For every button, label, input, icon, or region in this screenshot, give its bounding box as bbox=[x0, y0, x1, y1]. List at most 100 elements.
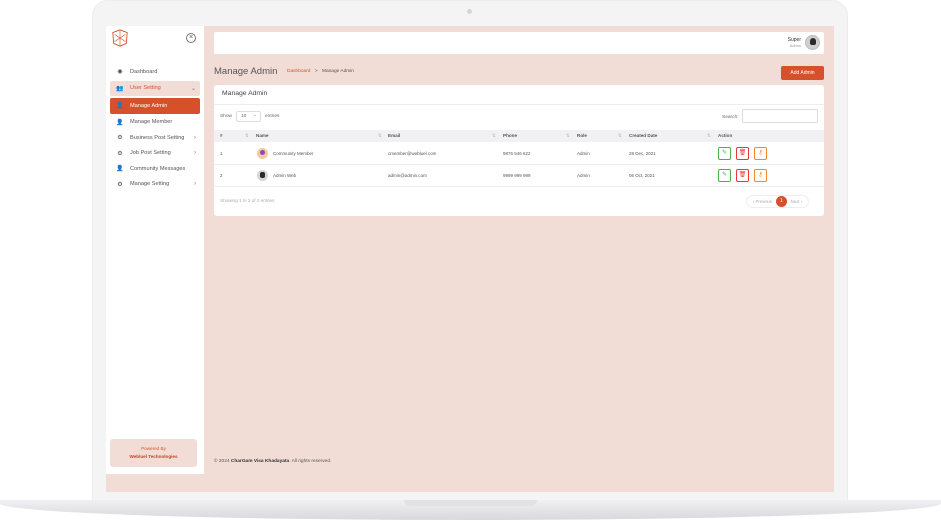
column-header-phone[interactable]: Phone bbox=[503, 133, 517, 138]
column-header-role[interactable]: Role bbox=[577, 133, 587, 138]
column-header-action: Action bbox=[718, 133, 733, 138]
footer-brand[interactable]: CharGam Visa Khadayata bbox=[231, 459, 289, 464]
entries-select[interactable]: 10 bbox=[236, 111, 261, 122]
breadcrumb: Dashboard > Manage Admin bbox=[287, 69, 354, 74]
column-header-number[interactable]: # bbox=[220, 133, 223, 138]
user-avatar bbox=[257, 170, 268, 181]
chevron-right-icon: › bbox=[194, 181, 196, 188]
sort-icon: ⇅ bbox=[492, 133, 496, 138]
close-sidebar-icon[interactable]: × bbox=[186, 33, 196, 43]
column-header-email[interactable]: Email bbox=[388, 133, 400, 138]
sidebar-item-manage-admin[interactable]: 👤 Manage Admin bbox=[110, 98, 200, 114]
add-admin-button[interactable]: Add Admin bbox=[781, 66, 824, 80]
user-menu[interactable]: Super Admin bbox=[788, 35, 820, 50]
row-role: Admin bbox=[577, 151, 590, 156]
footer-rights: . All rights reserved. bbox=[289, 459, 332, 464]
camera-dot bbox=[467, 9, 472, 14]
show-label: Show bbox=[220, 114, 232, 119]
user-icon: 👤 bbox=[116, 119, 124, 126]
admin-table-card: Manage Admin Show 10 entries Search: # ⇅… bbox=[214, 85, 824, 216]
powered-by-label: Powered By bbox=[141, 446, 166, 451]
sidebar-nav: ◉ Dashboard 👥 User Setting ⌄ 👤 Manage Ad… bbox=[110, 64, 200, 192]
user-icon: 👤 bbox=[116, 103, 124, 110]
table-header: # ⇅ Name ⇅ Email ⇅ Phone ⇅ Role ⇅ Create… bbox=[214, 130, 824, 142]
footer: © 2024 CharGam Visa Khadayata. All right… bbox=[214, 459, 331, 464]
sidebar-item-manage-member[interactable]: 👤 Manage Member bbox=[110, 115, 200, 131]
sidebar-item-label: Manage Admin bbox=[130, 102, 168, 109]
screen-bottom-bar bbox=[106, 474, 834, 492]
breadcrumb-separator: > bbox=[314, 69, 318, 74]
row-email: cmember@webluel.com bbox=[388, 151, 437, 156]
row-date: 06 Oct, 2021 bbox=[629, 173, 655, 178]
sort-icon: ⇅ bbox=[245, 133, 249, 138]
chevron-down-icon: ⌄ bbox=[190, 85, 196, 92]
users-icon: 👥 bbox=[116, 85, 124, 92]
chevron-right-icon: › bbox=[194, 134, 196, 141]
gear-icon: ⚙ bbox=[117, 135, 123, 142]
sidebar-item-label: Manage Setting bbox=[130, 181, 170, 188]
entries-length-control: Show 10 entries bbox=[220, 111, 279, 122]
row-date: 28 Dec, 2021 bbox=[629, 151, 656, 156]
row-email: admin@admin.com bbox=[388, 173, 427, 178]
row-name: Community Member bbox=[273, 151, 314, 156]
logo-icon bbox=[112, 29, 128, 47]
current-page-button[interactable]: 1 bbox=[775, 196, 787, 207]
user-name: Super bbox=[787, 36, 801, 43]
gear-icon: ⚙ bbox=[117, 150, 123, 157]
palette-icon: ◉ bbox=[117, 69, 123, 76]
delete-icon[interactable]: 🗑 bbox=[736, 169, 749, 182]
sidebar-item-label: Business Post Setting bbox=[130, 134, 185, 141]
sidebar-item-label: Dashboard bbox=[130, 68, 158, 75]
table-row: 2 Admin Web admin@admin.com 9999 999 999… bbox=[214, 165, 824, 187]
avatar[interactable] bbox=[805, 35, 820, 50]
sidebar-item-job-post-setting[interactable]: ⚙ Job Post Setting › bbox=[110, 146, 200, 162]
laptop-notch bbox=[404, 500, 537, 506]
table-row: 1 Community Member cmember@webluel.com 9… bbox=[214, 143, 824, 165]
search-label: Search: bbox=[722, 115, 739, 120]
row-name: Admin Web bbox=[273, 173, 297, 178]
sidebar-item-label: Community Messages bbox=[130, 165, 186, 172]
row-role: Admin bbox=[577, 173, 590, 178]
powered-by-box: Powered By Webluel Technologies bbox=[110, 439, 197, 467]
previous-page-button[interactable]: ‹ Previous bbox=[753, 199, 772, 204]
column-header-name[interactable]: Name bbox=[256, 133, 269, 138]
edit-icon[interactable]: ✎ bbox=[718, 147, 731, 160]
app-screen: × ◉ Dashboard 👥 User Setting ⌄ 👤 Manage … bbox=[106, 26, 834, 492]
gear-icon: ⚙ bbox=[117, 181, 123, 188]
key-icon[interactable]: ⚷ bbox=[754, 147, 767, 160]
breadcrumb-dashboard-link[interactable]: Dashboard bbox=[287, 69, 310, 74]
sort-icon: ⇅ bbox=[707, 133, 711, 138]
next-page-button[interactable]: Next › bbox=[791, 199, 802, 204]
row-phone: 9999 999 999 bbox=[503, 173, 531, 178]
chevron-right-icon: › bbox=[194, 150, 196, 157]
sidebar-item-community-messages[interactable]: 👤 Community Messages bbox=[110, 161, 200, 177]
top-bar: Super Admin bbox=[214, 32, 824, 54]
column-header-created-date[interactable]: Created Date bbox=[629, 133, 657, 138]
page-title: Manage Admin bbox=[214, 66, 278, 77]
card-title: Manage Admin bbox=[222, 90, 268, 97]
sidebar-item-label: Manage Member bbox=[130, 119, 173, 126]
key-icon[interactable]: ⚷ bbox=[754, 169, 767, 182]
entries-label: entries bbox=[265, 114, 280, 119]
divider bbox=[214, 104, 824, 105]
sidebar-item-business-post-setting[interactable]: ⚙ Business Post Setting › bbox=[110, 130, 200, 146]
breadcrumb-current: Manage Admin bbox=[321, 69, 354, 74]
row-phone: 9876 546 622 bbox=[503, 151, 531, 156]
edit-icon[interactable]: ✎ bbox=[718, 169, 731, 182]
pagination: ‹ Previous 1 Next › bbox=[746, 195, 810, 208]
sidebar-item-label: User Setting bbox=[130, 85, 161, 92]
sidebar-item-user-setting[interactable]: 👥 User Setting ⌄ bbox=[110, 80, 200, 96]
search-input[interactable] bbox=[742, 109, 818, 123]
sort-icon: ⇅ bbox=[566, 133, 570, 138]
company-name[interactable]: Webluel Technologies bbox=[129, 454, 177, 459]
sidebar: × ◉ Dashboard 👥 User Setting ⌄ 👤 Manage … bbox=[106, 26, 204, 474]
sort-icon: ⇅ bbox=[618, 133, 622, 138]
user-avatar bbox=[257, 148, 268, 159]
user-icon: 👤 bbox=[116, 166, 124, 173]
table-info: Showing 1 to 2 of 2 entries bbox=[220, 198, 275, 203]
sidebar-item-dashboard[interactable]: ◉ Dashboard bbox=[110, 64, 200, 80]
sidebar-item-manage-setting[interactable]: ⚙ Manage Setting › bbox=[110, 177, 200, 193]
sort-icon: ⇅ bbox=[378, 133, 382, 138]
delete-icon[interactable]: 🗑 bbox=[736, 147, 749, 160]
user-role: Admin bbox=[789, 42, 801, 48]
